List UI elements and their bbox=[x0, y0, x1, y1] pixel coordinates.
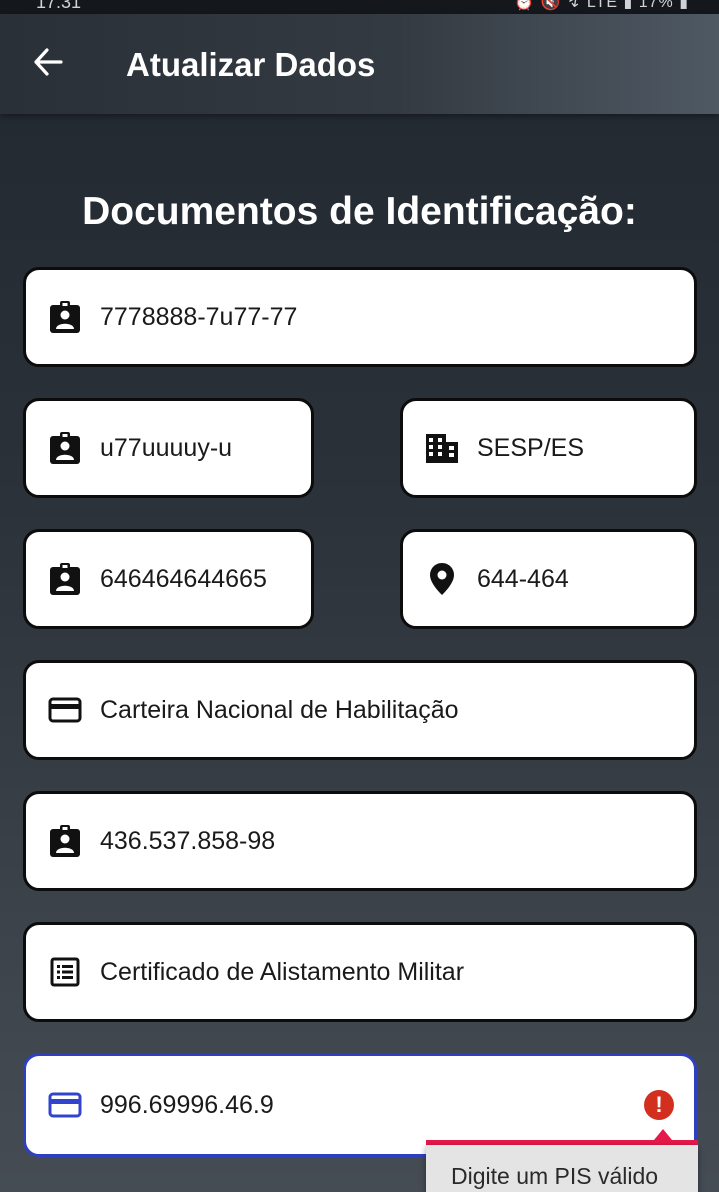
error-tooltip: Digite um PIS válido bbox=[426, 1129, 698, 1192]
badge-icon bbox=[48, 300, 82, 334]
building-icon bbox=[425, 431, 459, 465]
list-icon bbox=[48, 955, 82, 989]
tooltip-message: Digite um PIS válido bbox=[426, 1145, 698, 1192]
document-number-field[interactable]: 646464644665 bbox=[23, 529, 314, 629]
card-icon bbox=[48, 693, 82, 727]
rg-secondary-value: u77uuuuy-u bbox=[100, 433, 233, 462]
location-code-value: 644-464 bbox=[477, 564, 569, 593]
tooltip-arrow bbox=[654, 1129, 672, 1140]
section-title: Documentos de Identificação: bbox=[82, 190, 637, 233]
cpf-field[interactable]: 436.537.858-98 bbox=[23, 791, 697, 891]
badge-icon bbox=[48, 824, 82, 858]
location-code-field[interactable]: 644-464 bbox=[400, 529, 697, 629]
error-icon[interactable]: ! bbox=[644, 1090, 674, 1120]
document-number-value: 646464644665 bbox=[100, 564, 267, 593]
app-bar: Atualizar Dados bbox=[0, 14, 719, 114]
status-indicators: ⏰ 🔇 ↯ LTE ▮ 17% ▮ bbox=[514, 0, 689, 11]
issuing-agency-field[interactable]: SESP/ES bbox=[400, 398, 697, 498]
cpf-value: 436.537.858-98 bbox=[100, 826, 276, 855]
driver-license-value: Carteira Nacional de Habilitação bbox=[100, 695, 459, 724]
military-certificate-field[interactable]: Certificado de Alistamento Militar bbox=[23, 922, 697, 1022]
military-certificate-value: Certificado de Alistamento Militar bbox=[100, 957, 465, 986]
driver-license-field[interactable]: Carteira Nacional de Habilitação bbox=[23, 660, 697, 760]
pis-value: 996.69996.46.9 bbox=[100, 1090, 274, 1119]
rg-secondary-field[interactable]: u77uuuuy-u bbox=[23, 398, 314, 498]
rg-number-field[interactable]: 7778888-7u77-77 bbox=[23, 267, 697, 367]
location-pin-icon bbox=[425, 562, 459, 596]
arrow-left-icon bbox=[33, 47, 63, 81]
issuing-agency-value: SESP/ES bbox=[477, 433, 584, 462]
rg-number-value: 7778888-7u77-77 bbox=[100, 302, 298, 331]
card-icon bbox=[48, 1088, 82, 1122]
badge-icon bbox=[48, 431, 82, 465]
status-time: 17:31 bbox=[36, 0, 82, 12]
badge-icon bbox=[48, 562, 82, 596]
status-bar: 17:31 ⏰ 🔇 ↯ LTE ▮ 17% ▮ bbox=[0, 0, 719, 14]
page-title: Atualizar Dados bbox=[126, 46, 376, 83]
back-button[interactable] bbox=[24, 42, 72, 86]
